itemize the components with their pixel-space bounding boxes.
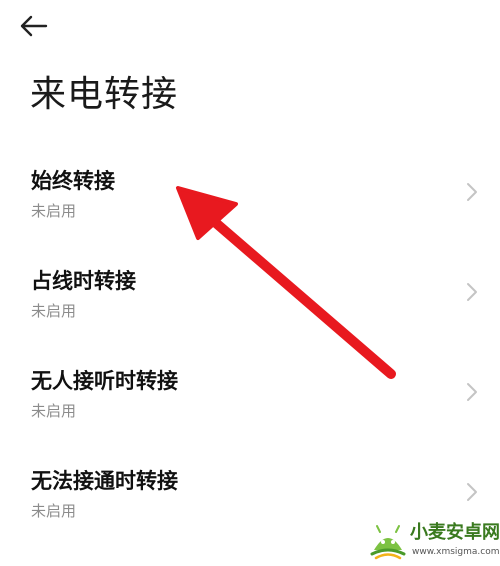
- list-item-forward-when-busy[interactable]: 占线时转接 未启用: [0, 260, 500, 360]
- item-title: 占线时转接: [31, 269, 136, 293]
- chevron-right-icon: [467, 183, 477, 201]
- item-status: 未启用: [31, 402, 77, 420]
- item-status: 未启用: [31, 202, 77, 220]
- android-robot-logo-icon: [370, 525, 406, 560]
- watermark-name: 小麦安卓网: [410, 522, 500, 543]
- page-title: 来电转接: [30, 74, 179, 115]
- chevron-right-icon: [467, 383, 477, 401]
- item-title: 始终转接: [31, 169, 115, 193]
- list-item-always-forward[interactable]: 始终转接 未启用: [0, 160, 500, 260]
- watermark: 小麦安卓网 www.xmsigma.com: [368, 518, 500, 564]
- forwarding-options-list: 始终转接 未启用 占线时转接 未启用 无人接听时转接 未启用 无法接通时转接 未…: [0, 160, 500, 560]
- chevron-right-icon: [467, 283, 477, 301]
- item-status: 未启用: [31, 502, 77, 520]
- chevron-right-icon: [467, 483, 477, 501]
- item-status: 未启用: [31, 302, 77, 320]
- list-item-forward-when-unanswered[interactable]: 无人接听时转接 未启用: [0, 360, 500, 460]
- back-button[interactable]: [18, 8, 66, 44]
- watermark-url: www.xmsigma.com: [412, 547, 500, 557]
- item-title: 无法接通时转接: [31, 469, 178, 493]
- arrow-left-icon: [20, 15, 48, 37]
- item-title: 无人接听时转接: [31, 369, 178, 393]
